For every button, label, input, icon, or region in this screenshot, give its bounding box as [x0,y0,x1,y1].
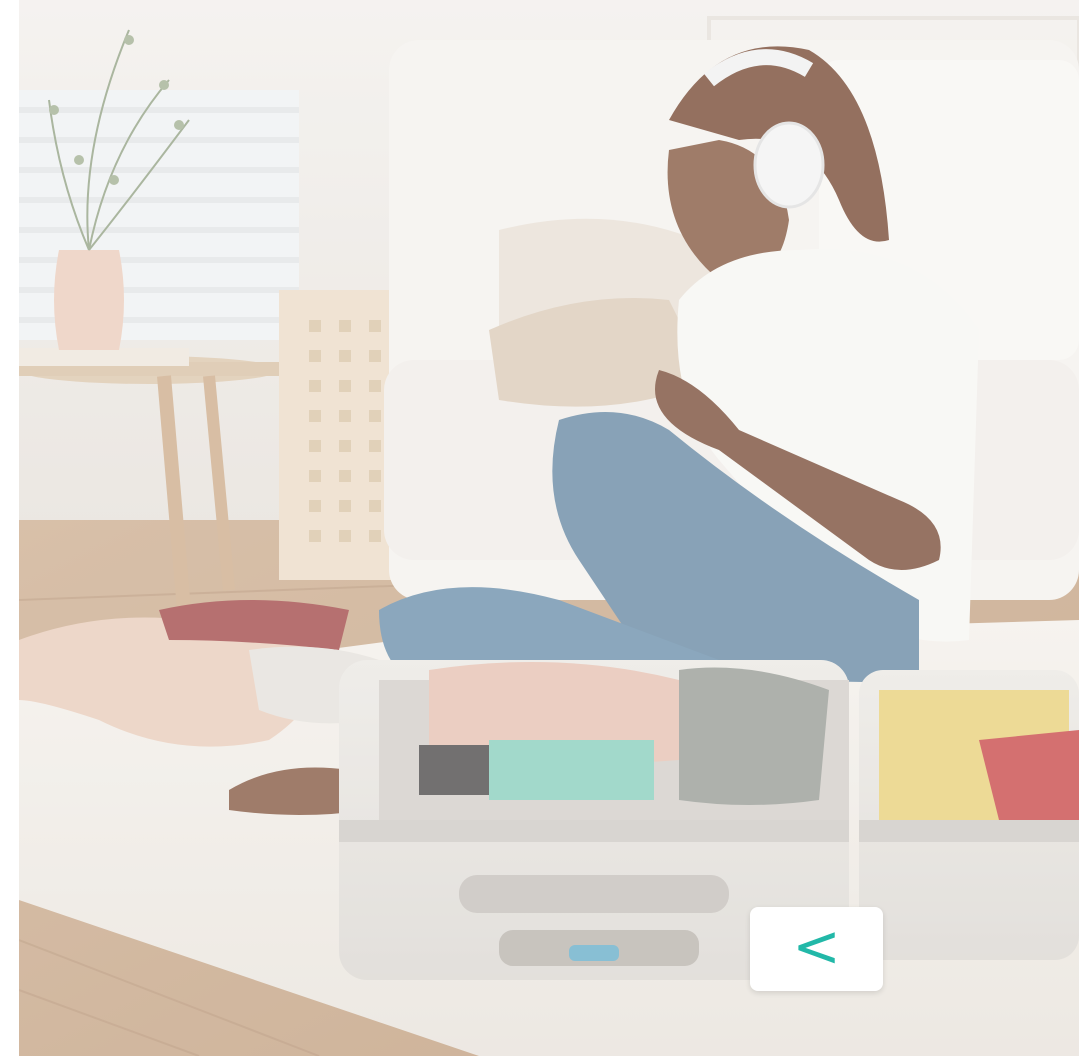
carousel-prev-button[interactable]: < [750,907,883,991]
hero-photo [19,0,1079,1056]
photo-illustration [19,0,1079,1056]
chevron-left-icon: < [792,912,841,980]
